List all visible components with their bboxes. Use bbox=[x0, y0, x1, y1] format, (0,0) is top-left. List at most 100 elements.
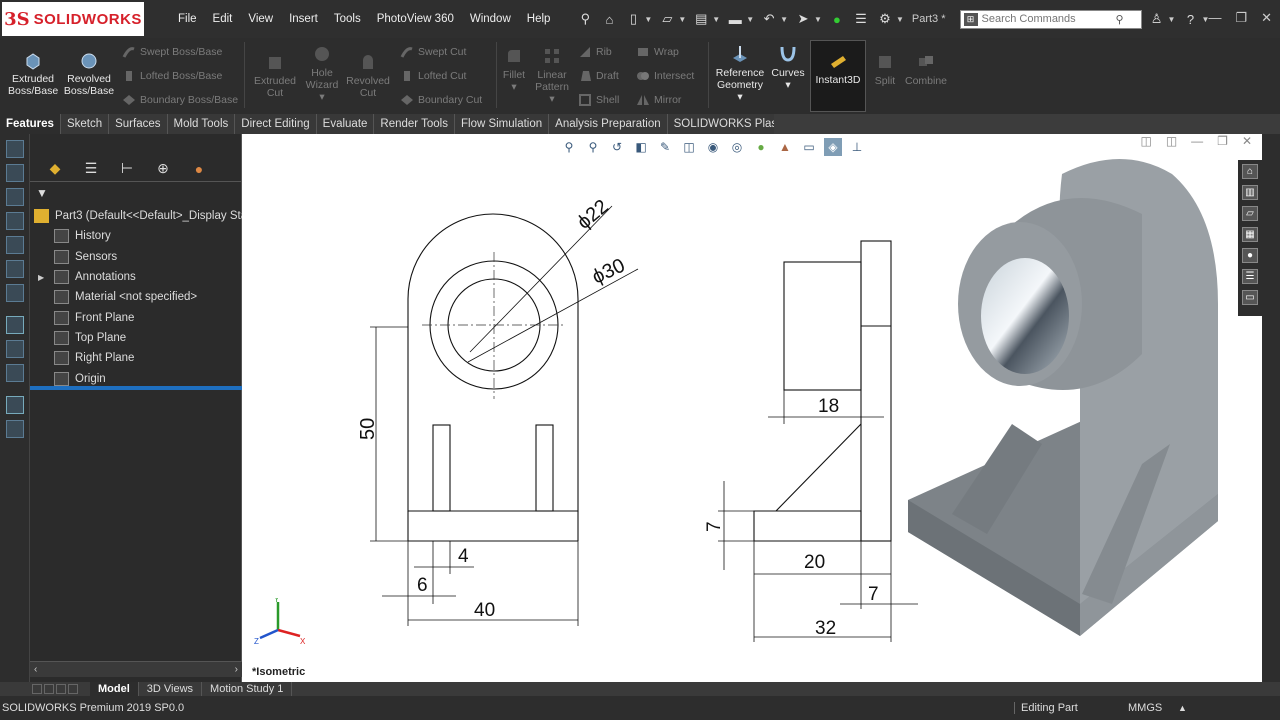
search-input[interactable] bbox=[981, 13, 1112, 25]
revolved-cut-button[interactable]: Revolved Cut bbox=[344, 52, 392, 99]
expand-arrow-icon[interactable]: ▶ bbox=[38, 273, 44, 282]
tree-item-annotations[interactable]: ▶ Annotations bbox=[30, 267, 242, 287]
dim-label-d22[interactable]: ϕ22 bbox=[573, 195, 613, 233]
toolbar-tool-icon[interactable] bbox=[5, 236, 24, 254]
tab-render-tools[interactable]: Render Tools bbox=[374, 114, 455, 134]
wrap-button[interactable]: Wrap bbox=[636, 45, 679, 59]
swept-boss-button[interactable]: Swept Boss/Base bbox=[122, 45, 222, 59]
menu-view[interactable]: View bbox=[240, 13, 281, 25]
dim-label-32[interactable]: 32 bbox=[815, 618, 836, 639]
extruded-cut-button[interactable]: Extruded Cut bbox=[250, 52, 300, 99]
menu-help[interactable]: Help bbox=[519, 13, 559, 25]
dim-label-7b[interactable]: 7 bbox=[868, 584, 879, 605]
search-icon[interactable]: ⚲ bbox=[1116, 13, 1124, 26]
boundary-boss-button[interactable]: Boundary Boss/Base bbox=[122, 93, 238, 107]
user-account-icon[interactable]: ♙ bbox=[1148, 11, 1166, 27]
dim-label-7a[interactable]: 7 bbox=[704, 521, 725, 532]
menu-tools[interactable]: Tools bbox=[326, 13, 369, 25]
close-icon[interactable]: ✕ bbox=[1261, 10, 1272, 26]
scroll-right-icon[interactable]: › bbox=[235, 662, 238, 678]
dim-label-18[interactable]: 18 bbox=[818, 396, 839, 417]
lofted-boss-button[interactable]: Lofted Boss/Base bbox=[122, 69, 222, 83]
boundary-cut-button[interactable]: Boundary Cut bbox=[400, 93, 482, 107]
tree-item-history[interactable]: History bbox=[30, 226, 242, 246]
toolbar-tool-icon[interactable] bbox=[5, 420, 24, 438]
tree-item-sensors[interactable]: Sensors bbox=[30, 247, 242, 267]
tab-navigation-arrows[interactable] bbox=[32, 684, 78, 694]
undo-icon[interactable]: ↶ bbox=[760, 11, 778, 27]
toolbar-tool-icon[interactable] bbox=[5, 164, 24, 182]
dim-label-d30[interactable]: ϕ30 bbox=[589, 254, 629, 288]
search-commands-box[interactable]: ⊞ ⚲ bbox=[959, 9, 1142, 29]
extruded-boss-button[interactable]: Extruded Boss/Base bbox=[8, 50, 58, 97]
minimize-icon[interactable]: — bbox=[1208, 10, 1221, 26]
property-manager-tab-icon[interactable]: ☰ bbox=[82, 160, 100, 178]
unit-system[interactable]: MMGS bbox=[1128, 702, 1162, 714]
revolved-boss-button[interactable]: Revolved Boss/Base bbox=[62, 50, 116, 97]
chevron-down-icon[interactable]: ▾ bbox=[511, 81, 516, 93]
solidworks-resources-icon[interactable]: ⌂ bbox=[1242, 164, 1258, 179]
print-icon[interactable]: ▬ bbox=[726, 11, 744, 27]
tree-root-part[interactable]: Part3 (Default<<Default>_Display Sta bbox=[30, 206, 242, 226]
rollback-bar[interactable] bbox=[30, 386, 242, 390]
tab-surfaces[interactable]: Surfaces bbox=[109, 114, 168, 134]
graphics-area[interactable]: ⚲ ⚲ ↺ ◧ ✎ ◫ ◉ ◎ ● ▲ ▭ ◈ ⊥ ◫ ◫ — ❐ ✕ ϕ22 … bbox=[242, 134, 1262, 682]
menu-photoview[interactable]: PhotoView 360 bbox=[369, 13, 462, 25]
menu-window[interactable]: Window bbox=[462, 13, 519, 25]
tab-flow-simulation[interactable]: Flow Simulation bbox=[454, 114, 550, 134]
lofted-cut-button[interactable]: Lofted Cut bbox=[400, 69, 466, 83]
dimxpert-tab-icon[interactable]: ⊕ bbox=[154, 160, 172, 178]
combine-button[interactable]: Combine bbox=[904, 52, 948, 87]
solidworks-logo[interactable]: 3S SOLIDWORKS bbox=[2, 2, 144, 36]
chevron-down-icon[interactable]: ▼ bbox=[746, 15, 754, 24]
menu-file[interactable]: File bbox=[170, 13, 205, 25]
dim-label-40[interactable]: 40 bbox=[474, 600, 495, 621]
tree-item-front-plane[interactable]: Front Plane bbox=[30, 307, 242, 327]
filter-icon[interactable]: ▼ bbox=[36, 186, 52, 202]
isometric-model[interactable] bbox=[908, 159, 1218, 636]
shell-button[interactable]: Shell bbox=[578, 93, 619, 107]
new-document-icon[interactable]: ▯ bbox=[624, 11, 642, 27]
linear-pattern-button[interactable]: Linear Pattern ▾ bbox=[532, 46, 572, 105]
open-folder-icon[interactable]: ▱ bbox=[658, 11, 676, 27]
chevron-down-icon[interactable]: ▾ bbox=[785, 79, 790, 91]
chevron-down-icon[interactable]: ▼ bbox=[644, 15, 652, 24]
toolbar-tool-icon[interactable] bbox=[5, 284, 24, 302]
appearances-icon[interactable]: ● bbox=[1242, 248, 1258, 263]
forum-icon[interactable]: ▭ bbox=[1242, 290, 1258, 305]
help-icon[interactable]: ? bbox=[1181, 11, 1199, 27]
tab-analysis-preparation[interactable]: Analysis Preparation bbox=[549, 114, 668, 134]
home-icon[interactable]: ⌂ bbox=[600, 11, 618, 27]
options-gear-icon[interactable]: ⚙ bbox=[876, 11, 894, 27]
tree-item-right-plane[interactable]: Right Plane bbox=[30, 348, 242, 368]
dim-label-4[interactable]: 4 bbox=[458, 546, 469, 567]
toolbar-tool-icon[interactable] bbox=[5, 140, 24, 158]
chevron-up-icon[interactable]: ▲ bbox=[1178, 703, 1187, 713]
tab-model[interactable]: Model bbox=[90, 682, 139, 696]
toolbar-tool-icon[interactable] bbox=[5, 364, 24, 382]
curves-button[interactable]: Curves ▾ bbox=[770, 44, 806, 91]
restore-icon[interactable]: ❐ bbox=[1235, 10, 1247, 26]
chevron-down-icon[interactable]: ▼ bbox=[678, 15, 686, 24]
tree-item-material[interactable]: Material <not specified> bbox=[30, 287, 242, 307]
mirror-button[interactable]: Mirror bbox=[636, 93, 681, 107]
scroll-left-icon[interactable]: ‹ bbox=[34, 662, 37, 678]
rebuild-traffic-light-icon[interactable]: ● bbox=[828, 11, 846, 27]
dim-label-6[interactable]: 6 bbox=[417, 575, 428, 596]
chevron-down-icon[interactable]: ▼ bbox=[896, 15, 904, 24]
toolbar-tool-icon[interactable] bbox=[5, 316, 24, 334]
toolbar-tool-icon[interactable] bbox=[5, 396, 24, 414]
chevron-down-icon[interactable]: ▼ bbox=[712, 15, 720, 24]
appearance-tab-icon[interactable]: ● bbox=[190, 160, 208, 178]
tree-item-top-plane[interactable]: Top Plane bbox=[30, 328, 242, 348]
hole-wizard-button[interactable]: Hole Wizard ▾ bbox=[302, 44, 342, 103]
chevron-down-icon[interactable]: ▼ bbox=[1168, 15, 1176, 24]
feature-tree-tab-icon[interactable]: ◆ bbox=[46, 160, 64, 178]
fillet-button[interactable]: Fillet ▾ bbox=[500, 46, 528, 93]
configuration-manager-tab-icon[interactable]: ⊢ bbox=[118, 160, 136, 178]
tab-motion-study[interactable]: Motion Study 1 bbox=[202, 682, 293, 696]
tab-3d-views[interactable]: 3D Views bbox=[139, 682, 203, 696]
menu-insert[interactable]: Insert bbox=[281, 13, 326, 25]
tab-direct-editing[interactable]: Direct Editing bbox=[235, 114, 317, 134]
tab-sketch[interactable]: Sketch bbox=[60, 114, 110, 134]
